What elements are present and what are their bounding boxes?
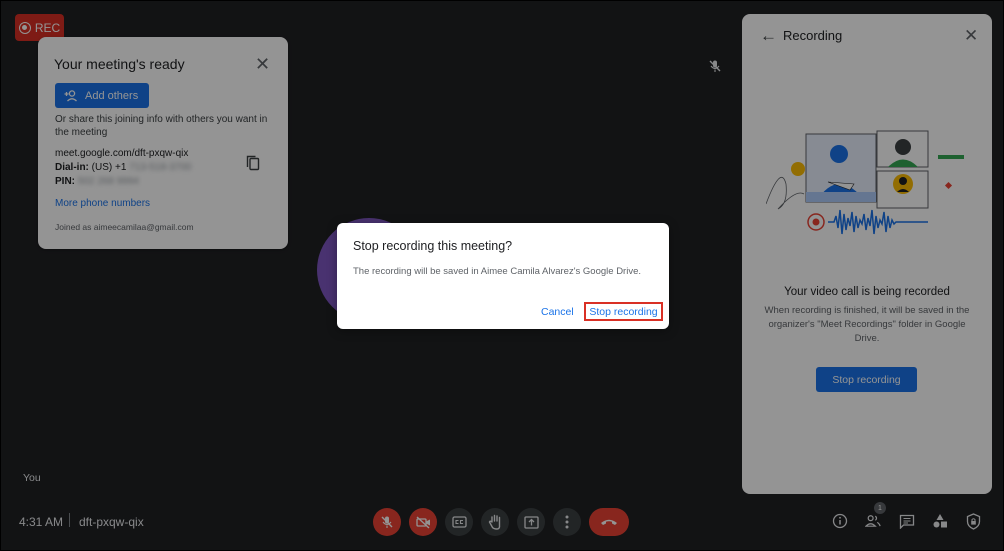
dialog-stop-recording-button[interactable]: Stop recording — [584, 302, 663, 321]
meeting-window: REC Your meeting's ready ✕ Add others Or… — [0, 0, 1004, 551]
dialog-body: The recording will be saved in Aimee Cam… — [353, 266, 641, 277]
dialog-cancel-button[interactable]: Cancel — [541, 306, 574, 318]
stop-recording-dialog: Stop recording this meeting? The recordi… — [337, 223, 669, 329]
dialog-title: Stop recording this meeting? — [353, 239, 513, 253]
